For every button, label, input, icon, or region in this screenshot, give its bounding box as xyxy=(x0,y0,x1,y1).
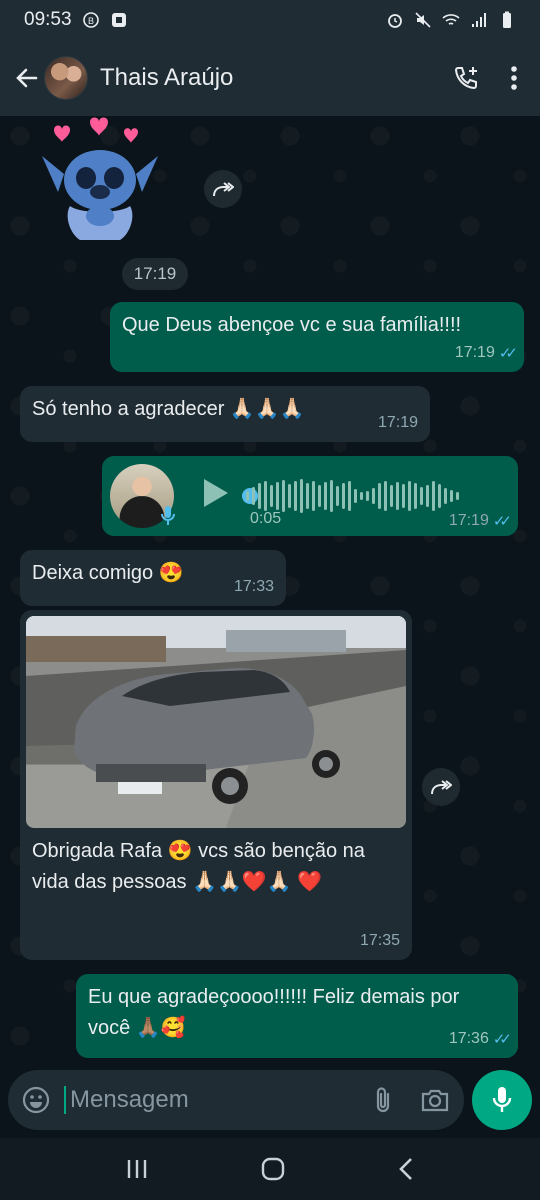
message-input[interactable]: Mensagem xyxy=(64,1086,189,1114)
message-meta: 17:33 xyxy=(234,575,274,600)
wifi-icon xyxy=(442,14,460,25)
message-meta: 17:19 ✓✓ xyxy=(454,341,518,366)
message-meta: 17:36 ✓✓ xyxy=(448,1027,512,1052)
message-time: 17:35 xyxy=(359,932,400,950)
microphone-icon xyxy=(492,1087,512,1112)
add-call-icon[interactable] xyxy=(452,64,480,92)
app-notification-icon xyxy=(111,13,126,27)
back-arrow-icon[interactable] xyxy=(12,63,42,93)
message-text: Só tenho a agradecer 🙏🏻🙏🏻🙏🏻 xyxy=(32,398,305,420)
status-bar: 09:53 B xyxy=(0,0,540,40)
signal-icon xyxy=(472,13,486,27)
forward-button[interactable] xyxy=(422,768,460,806)
svg-text:B: B xyxy=(88,16,94,26)
read-ticks-icon: ✓✓ xyxy=(492,1030,512,1048)
home-icon[interactable] xyxy=(260,1156,286,1182)
message-incoming[interactable]: Só tenho a agradecer 🙏🏻🙏🏻🙏🏻 17:19 xyxy=(20,386,430,442)
message-time: 17:19 xyxy=(377,414,418,432)
contact-avatar[interactable] xyxy=(44,56,88,100)
mic-badge-icon xyxy=(161,506,175,525)
voice-record-button[interactable] xyxy=(472,1070,532,1130)
message-incoming[interactable]: Deixa comigo 😍 17:33 xyxy=(20,550,286,606)
chat-header: Thais Araújo xyxy=(0,40,540,116)
message-time: 17:33 xyxy=(233,578,274,596)
message-text: Obrigada Rafa 😍 vcs são benção na vida d… xyxy=(32,840,365,893)
waveform[interactable] xyxy=(246,478,496,514)
message-meta: 17:19 ✓✓ xyxy=(448,512,512,530)
car-photo[interactable] xyxy=(26,616,406,828)
stitch-sticker[interactable] xyxy=(40,116,160,246)
chat-area[interactable]: 17:19 Que Deus abençoe vc e sua família!… xyxy=(0,116,540,1066)
attach-icon[interactable] xyxy=(372,1085,394,1115)
camera-icon[interactable] xyxy=(420,1087,450,1113)
notification-icon: B xyxy=(82,12,99,28)
battery-icon xyxy=(503,11,511,28)
message-incoming-photo[interactable]: Obrigada Rafa 😍 vcs são benção na vida d… xyxy=(20,610,412,960)
sticker-timestamp: 17:19 xyxy=(122,258,188,290)
message-composer[interactable]: Mensagem xyxy=(8,1070,464,1130)
back-nav-icon[interactable] xyxy=(397,1157,415,1181)
mute-icon xyxy=(415,12,431,28)
contact-name[interactable]: Thais Araújo xyxy=(100,64,233,92)
status-time: 09:53 xyxy=(24,9,72,30)
message-time: 17:36 xyxy=(448,1030,489,1048)
read-ticks-icon: ✓✓ xyxy=(498,344,518,362)
message-time: 17:19 xyxy=(454,344,495,362)
message-time: 17:19 xyxy=(448,512,489,529)
message-text: Eu que agradeçoooo!!!!!! Feliz demais po… xyxy=(88,986,460,1039)
alarm-icon xyxy=(388,14,402,28)
emoji-icon[interactable] xyxy=(22,1086,50,1114)
voice-message[interactable]: 0:05 17:19 ✓✓ xyxy=(102,456,518,536)
more-options-icon[interactable] xyxy=(510,65,518,91)
message-text: Que Deus abençoe vc e sua família!!!! xyxy=(122,314,462,336)
play-icon[interactable] xyxy=(200,476,230,510)
voice-duration: 0:05 xyxy=(250,510,282,527)
message-meta: 17:19 xyxy=(378,411,418,436)
message-text: Deixa comigo 😍 xyxy=(32,562,184,584)
read-ticks-icon: ✓✓ xyxy=(492,513,512,530)
message-outgoing[interactable]: Eu que agradeçoooo!!!!!! Feliz demais po… xyxy=(76,974,518,1058)
recent-apps-icon[interactable] xyxy=(125,1158,149,1180)
system-nav-bar xyxy=(0,1138,540,1200)
forward-button[interactable] xyxy=(204,170,242,208)
message-meta: 17:35 xyxy=(360,929,400,954)
message-outgoing[interactable]: Que Deus abençoe vc e sua família!!!! 17… xyxy=(110,302,524,372)
